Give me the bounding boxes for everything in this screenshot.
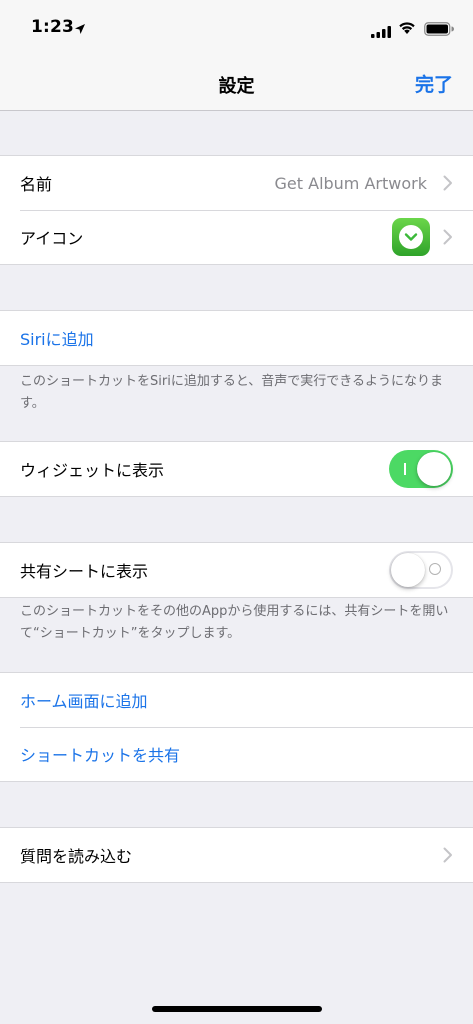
share-sheet-footer-text: このショートカットをその他のAppから使用するには、共有シートを開いて“ショート… [20,604,449,641]
actions-group: ホーム画面に追加 ショートカットを共有 [0,672,473,782]
status-bar: 1:23 [0,0,473,56]
import-questions-group: 質問を読み込む [0,827,473,883]
icon-row[interactable]: アイコン [0,210,473,264]
widget-label: ウィジェットに表示 [20,461,165,480]
name-label: 名前 [20,175,53,194]
chevron-right-icon [443,229,453,249]
shortcut-app-icon [392,218,430,256]
chevron-right-icon [443,175,453,195]
share-sheet-toggle[interactable] [389,551,453,589]
add-to-home-screen-button[interactable]: ホーム画面に追加 [20,688,148,712]
import-questions-label: 質問を読み込む [20,847,133,866]
siri-group: Siriに追加 [0,310,473,366]
name-row[interactable]: 名前 Get Album Artwork [0,156,473,210]
page-title: 設定 [218,76,255,97]
toggle-knob [391,553,425,587]
chevron-down-circle-icon [399,225,423,249]
location-arrow-icon [74,20,86,39]
import-questions-row[interactable]: 質問を読み込む [0,828,473,882]
toggle-knob [417,452,451,486]
wifi-icon [398,20,416,39]
add-to-siri-row[interactable]: Siriに追加 [0,311,473,365]
shortcut-info-group: 名前 Get Album Artwork アイコン [0,155,473,265]
battery-icon [424,21,454,40]
done-button[interactable]: 完了 [415,70,453,97]
cellular-signal-icon [371,23,391,42]
add-to-home-screen-row[interactable]: ホーム画面に追加 [0,673,473,727]
siri-footer-text: このショートカットをSiriに追加すると、音声で実行できるようになります。 [20,374,444,411]
navigation-bar: 設定 完了 [0,56,473,111]
share-sheet-row: 共有シートに表示 [0,543,473,597]
name-value: Get Album Artwork [274,173,427,193]
add-to-siri-button[interactable]: Siriに追加 [20,326,94,350]
icon-label: アイコン [20,229,84,248]
widget-row: ウィジェットに表示 [0,442,473,496]
chevron-right-icon [443,847,453,867]
share-shortcut-button[interactable]: ショートカットを共有 [20,742,180,766]
home-indicator[interactable] [152,1006,322,1012]
widget-toggle[interactable] [389,450,453,488]
widget-group: ウィジェットに表示 [0,441,473,497]
share-shortcut-row[interactable]: ショートカットを共有 [0,727,473,781]
share-sheet-label: 共有シートに表示 [20,562,149,581]
share-sheet-group: 共有シートに表示 [0,542,473,598]
status-time: 1:23 [31,17,75,37]
